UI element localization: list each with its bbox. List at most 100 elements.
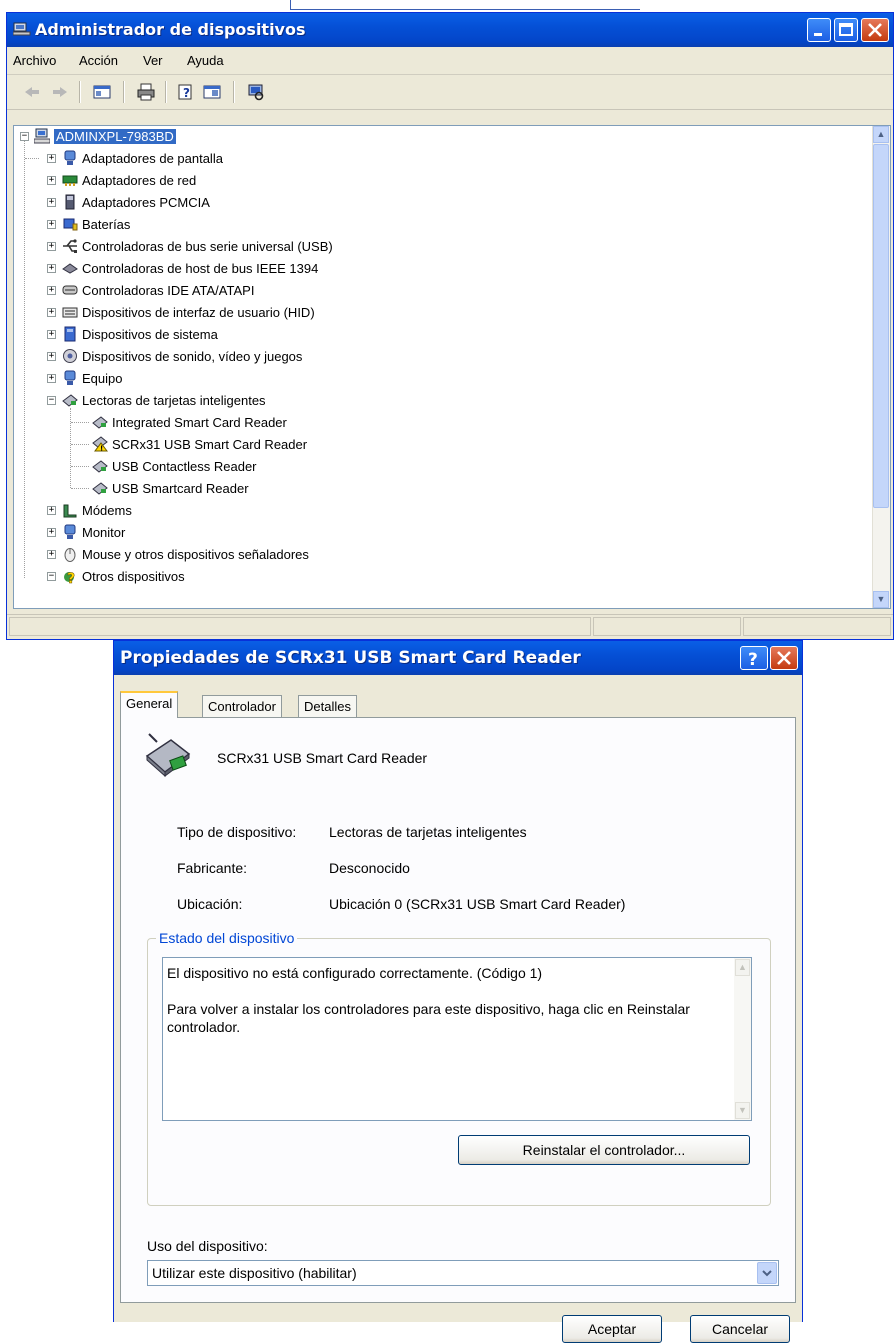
expand-button[interactable]: + bbox=[47, 220, 56, 229]
device-tree[interactable]: − ADMINXPL-7983BD + Adaptadores de panta… bbox=[13, 125, 891, 609]
tree-scrollbar[interactable]: ▲ ▼ bbox=[872, 126, 890, 608]
tree-category[interactable]: Baterías bbox=[62, 214, 130, 234]
maximize-icon bbox=[839, 23, 853, 36]
show-hide-console-tree-icon[interactable] bbox=[93, 83, 111, 101]
status-pane bbox=[9, 617, 591, 636]
reinstall-driver-button[interactable]: Reinstalar el controlador... bbox=[458, 1135, 750, 1165]
expand-button[interactable]: + bbox=[47, 550, 56, 559]
device-label: Integrated Smart Card Reader bbox=[112, 414, 287, 430]
help-icon[interactable] bbox=[203, 83, 221, 101]
tree-category[interactable]: Dispositivos de interfaz de usuario (HID… bbox=[62, 302, 315, 322]
collapse-root-button[interactable]: − bbox=[20, 132, 29, 141]
cancel-button[interactable]: Cancelar bbox=[690, 1315, 790, 1343]
category-label: Mouse y otros dispositivos señaladores bbox=[82, 546, 309, 562]
hid-icon bbox=[62, 307, 78, 318]
tree-category[interactable]: Equipo bbox=[62, 368, 122, 388]
mouse-icon bbox=[64, 548, 76, 562]
device-usage-select[interactable]: Utilizar este dispositivo (habilitar) bbox=[147, 1260, 779, 1286]
menu-bar: Archivo Acción Ver Ayuda bbox=[7, 48, 893, 75]
category-label: Dispositivos de sistema bbox=[82, 326, 218, 342]
tree-category[interactable]: Adaptadores PCMCIA bbox=[62, 192, 210, 212]
collapse-button[interactable]: − bbox=[47, 396, 56, 405]
tree-category[interactable]: Módems bbox=[62, 500, 132, 520]
device-manager-title: Administrador de dispositivos bbox=[35, 20, 306, 39]
tree-category[interactable]: Monitor bbox=[62, 522, 125, 542]
smart-card-device-warning[interactable]: ! SCRx31 USB Smart Card Reader bbox=[92, 434, 307, 454]
tree-category-expanded[interactable]: ? Otros dispositivos bbox=[62, 566, 185, 586]
tree-category[interactable]: Adaptadores de red bbox=[62, 170, 196, 190]
status-scrollbar[interactable]: ▲ ▼ bbox=[734, 958, 751, 1120]
close-button[interactable] bbox=[861, 18, 889, 42]
scroll-up-arrow-icon[interactable]: ▲ bbox=[735, 959, 750, 976]
expand-button[interactable]: + bbox=[47, 506, 56, 515]
tree-category[interactable]: Controladoras de host de bus IEEE 1394 bbox=[62, 258, 318, 278]
print-icon[interactable] bbox=[137, 83, 155, 101]
smart-card-reader-icon bbox=[62, 394, 78, 407]
toolbar-separator bbox=[79, 81, 81, 103]
tab-general[interactable]: General bbox=[120, 691, 179, 718]
dialog-close-button[interactable] bbox=[770, 646, 798, 670]
tree-category-expanded[interactable]: Lectoras de tarjetas inteligentes bbox=[62, 390, 266, 410]
smart-card-device[interactable]: USB Smartcard Reader bbox=[92, 478, 249, 498]
tree-category[interactable]: Controladoras de bus serie universal (US… bbox=[62, 236, 333, 256]
expand-button[interactable]: + bbox=[47, 154, 56, 163]
back-arrow-icon[interactable] bbox=[23, 83, 41, 101]
scroll-down-arrow-icon[interactable]: ▼ bbox=[873, 591, 889, 608]
ok-button[interactable]: Aceptar bbox=[562, 1315, 662, 1343]
tab-detalles[interactable]: Detalles bbox=[298, 695, 357, 717]
expand-button[interactable]: + bbox=[47, 286, 56, 295]
chevron-down-icon[interactable] bbox=[757, 1262, 777, 1284]
tree-category[interactable]: Adaptadores de pantalla bbox=[62, 148, 223, 168]
device-manager-titlebar[interactable]: Administrador de dispositivos bbox=[7, 13, 893, 47]
tree-root[interactable]: ADMINXPL-7983BD bbox=[34, 126, 176, 146]
expand-button[interactable]: + bbox=[47, 374, 56, 383]
svg-text:?: ? bbox=[67, 571, 75, 584]
tree-line bbox=[24, 138, 25, 578]
expand-button[interactable]: + bbox=[47, 352, 56, 361]
smart-card-device[interactable]: Integrated Smart Card Reader bbox=[92, 412, 287, 432]
help-button[interactable]: ? bbox=[740, 646, 768, 670]
smart-card-device[interactable]: USB Contactless Reader bbox=[92, 456, 257, 476]
tree-line bbox=[25, 158, 39, 159]
scroll-down-arrow-icon[interactable]: ▼ bbox=[735, 1102, 750, 1119]
minimize-button[interactable] bbox=[807, 18, 831, 42]
usage-label: Uso del dispositivo: bbox=[147, 1238, 268, 1254]
scan-hardware-icon[interactable] bbox=[247, 83, 265, 101]
monitor-icon bbox=[64, 524, 76, 539]
device-label: USB Contactless Reader bbox=[112, 458, 257, 474]
tree-category[interactable]: Dispositivos de sistema bbox=[62, 324, 218, 344]
category-label: Monitor bbox=[82, 524, 126, 540]
device-status-text[interactable]: El dispositivo no está configurado corre… bbox=[162, 957, 752, 1121]
smart-card-reader-icon bbox=[92, 482, 108, 495]
menu-ayuda[interactable]: Ayuda bbox=[187, 53, 224, 68]
tree-category[interactable]: Controladoras IDE ATA/ATAPI bbox=[62, 280, 254, 300]
dialog-titlebar[interactable]: Propiedades de SCRx31 USB Smart Card Rea… bbox=[114, 641, 802, 675]
pcmcia-icon bbox=[65, 194, 75, 210]
scroll-up-arrow-icon[interactable]: ▲ bbox=[873, 126, 889, 143]
tree-category[interactable]: Mouse y otros dispositivos señaladores bbox=[62, 544, 309, 564]
toolbar-separator bbox=[233, 81, 235, 103]
forward-arrow-icon[interactable] bbox=[51, 83, 69, 101]
expand-button[interactable]: + bbox=[47, 242, 56, 251]
tree-line bbox=[71, 466, 89, 467]
tab-controlador[interactable]: Controlador bbox=[202, 695, 282, 717]
tree-category[interactable]: Dispositivos de sonido, vídeo y juegos bbox=[62, 346, 302, 366]
expand-button[interactable]: + bbox=[47, 308, 56, 317]
expand-button[interactable]: + bbox=[47, 198, 56, 207]
expand-button[interactable]: + bbox=[47, 330, 56, 339]
maximize-button[interactable] bbox=[834, 18, 858, 42]
expand-button[interactable]: + bbox=[47, 264, 56, 273]
expand-button[interactable]: + bbox=[47, 176, 56, 185]
menu-ver[interactable]: Ver bbox=[143, 53, 163, 68]
category-label: Controladoras IDE ATA/ATAPI bbox=[82, 282, 255, 298]
expand-button[interactable]: + bbox=[47, 528, 56, 537]
properties-icon[interactable]: ? bbox=[177, 83, 195, 101]
system-device-icon bbox=[64, 326, 76, 342]
menu-accion[interactable]: Acción bbox=[79, 53, 118, 68]
scroll-thumb[interactable] bbox=[873, 144, 889, 508]
collapse-button[interactable]: − bbox=[47, 572, 56, 581]
toolbar-separator bbox=[123, 81, 125, 103]
menu-archivo[interactable]: Archivo bbox=[13, 53, 56, 68]
background-banner bbox=[0, 0, 640, 10]
device-label: SCRx31 USB Smart Card Reader bbox=[112, 436, 308, 452]
